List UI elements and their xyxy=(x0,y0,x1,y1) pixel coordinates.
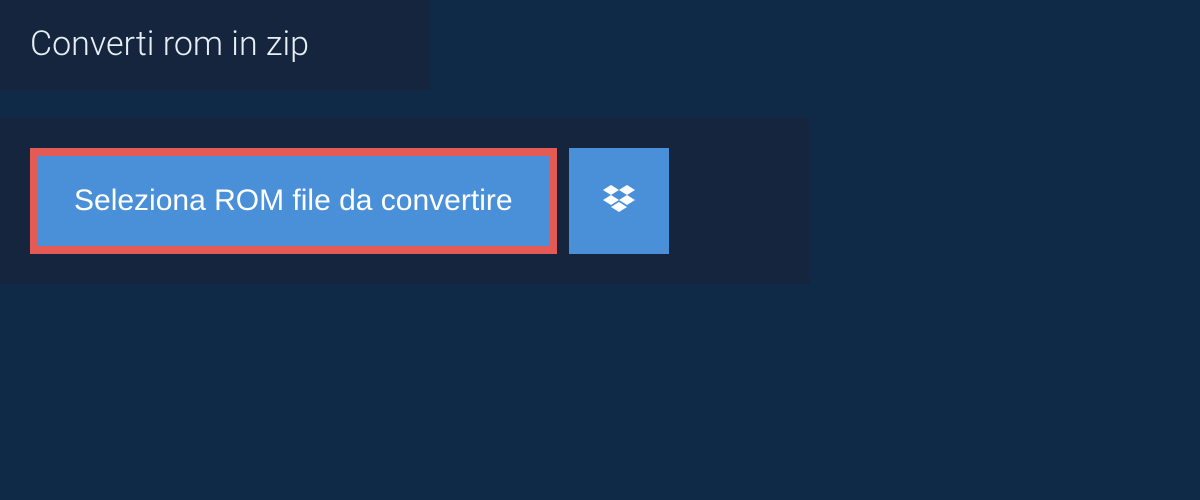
file-select-row: Seleziona ROM file da convertire xyxy=(30,148,780,254)
page-title-tab: Converti rom in zip xyxy=(0,0,430,90)
dropbox-icon xyxy=(599,181,639,221)
select-file-label: Seleziona ROM file da convertire xyxy=(74,184,513,218)
select-file-button[interactable]: Seleziona ROM file da convertire xyxy=(30,148,557,254)
page-title: Converti rom in zip xyxy=(30,24,309,64)
converter-panel: Seleziona ROM file da convertire xyxy=(0,118,810,284)
dropbox-button[interactable] xyxy=(569,148,669,254)
